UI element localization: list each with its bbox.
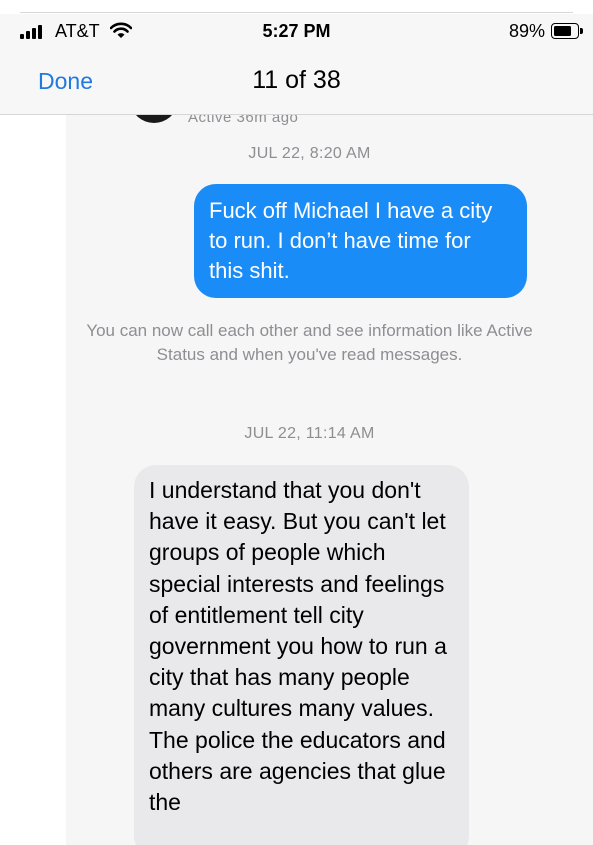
outgoing-message-bubble[interactable]: Fuck off Michael I have a city to run. I… xyxy=(194,184,527,298)
incoming-message-bubble[interactable]: I understand that you don't have it easy… xyxy=(134,465,469,845)
battery-fill xyxy=(554,26,571,36)
conversation-view[interactable]: Active 36m ago JUL 22, 8:20 AM Fuck off … xyxy=(66,115,593,845)
message-timestamp: JUL 22, 8:20 AM xyxy=(248,145,371,162)
battery-percent: 89% xyxy=(508,21,545,41)
battery-icon xyxy=(551,23,583,39)
system-notice: You can now call each other and see info… xyxy=(86,321,533,364)
nav-bar: Done 11 of 38 xyxy=(0,50,593,115)
battery-nub xyxy=(580,28,583,34)
avatar xyxy=(132,115,176,123)
active-status-text: Active 36m ago xyxy=(188,115,299,126)
status-bar: AT&T 5:27 PM 89% xyxy=(0,14,593,50)
message-timestamp: JUL 22, 11:14 AM xyxy=(244,425,375,442)
status-time: 5:27 PM xyxy=(262,21,331,41)
cropped-previous-screen xyxy=(0,0,593,14)
page-counter-title: 11 of 38 xyxy=(252,66,341,94)
divider xyxy=(20,12,573,13)
